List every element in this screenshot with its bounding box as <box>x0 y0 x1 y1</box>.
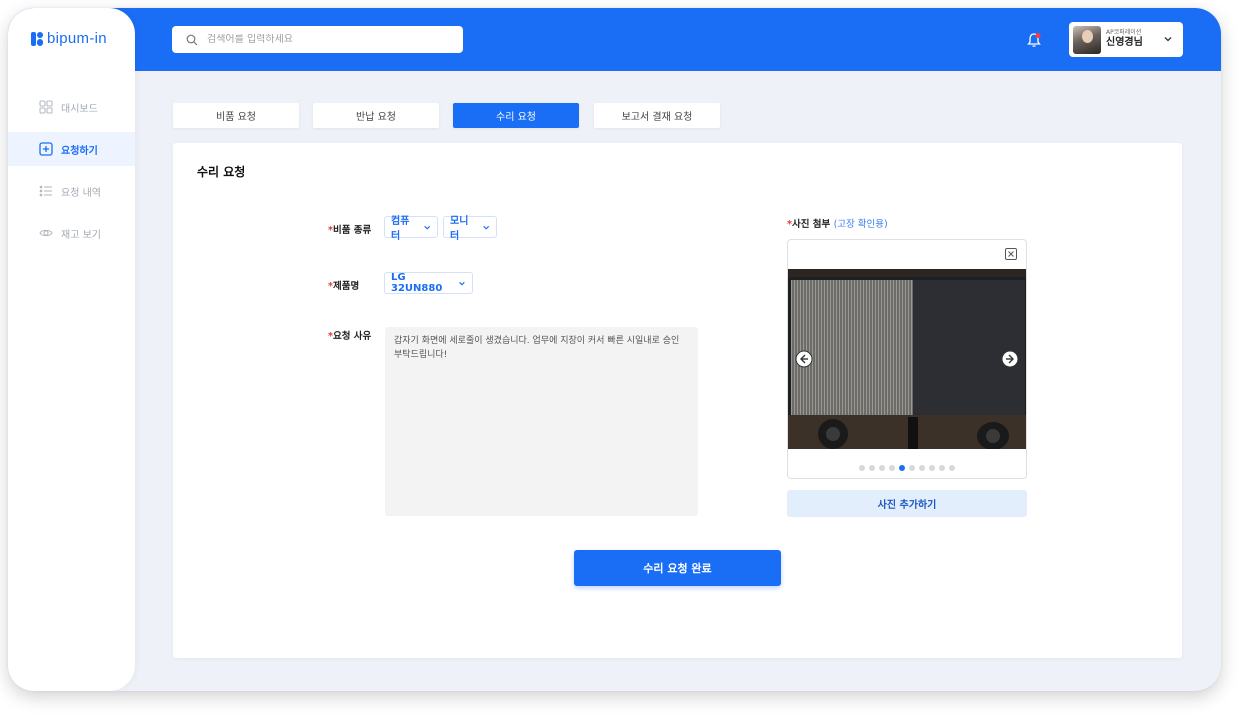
reason-textarea[interactable]: 갑자기 화면에 세로줄이 생겼습니다. 업무에 지장이 커서 빠른 시일내로 승… <box>385 327 698 516</box>
tab-return-request[interactable]: 반납 요청 <box>313 103 439 128</box>
photo-carousel <box>787 239 1027 479</box>
submit-repair-request-button[interactable]: 수리 요청 완료 <box>574 550 781 586</box>
product-value: LG 32UN880 <box>391 272 443 294</box>
sidebar-item-label: 요청 내역 <box>61 187 101 199</box>
search-icon <box>186 34 198 45</box>
chevron-down-icon <box>423 225 430 230</box>
search-input[interactable] <box>207 34 447 45</box>
form-title: 수리 요청 <box>197 165 246 179</box>
sidebar-item-history[interactable]: 요청 내역 <box>8 174 135 208</box>
carousel-dot[interactable] <box>939 465 945 471</box>
app-window: bipum-in 대시보드 요청하기 요청 내역 재고 보기 검색어를 입력하세… <box>8 8 1221 691</box>
carousel-dot[interactable] <box>919 465 925 471</box>
list-icon <box>39 185 52 197</box>
carousel-dot[interactable] <box>869 465 875 471</box>
tab-report-approval[interactable]: 보고서 결재 요청 <box>594 103 720 128</box>
user-menu[interactable]: AP코퍼레이션 신영경님 <box>1069 22 1183 57</box>
repair-request-form: 수리 요청 *비품 종류 컴퓨터 모니터 *제품명 LG 32UN880 *요청… <box>173 143 1182 658</box>
arrow-right-icon[interactable] <box>1001 350 1019 368</box>
carousel-dot[interactable] <box>879 465 885 471</box>
carousel-dot[interactable] <box>889 465 895 471</box>
eye-icon <box>39 229 53 237</box>
search-bar[interactable] <box>172 26 463 53</box>
add-photo-button[interactable]: 사진 추가하기 <box>787 490 1027 517</box>
product-label: *제품명 <box>328 281 360 292</box>
logo-text: bipum-in <box>47 30 107 47</box>
subcategory-select[interactable]: 모니터 <box>443 216 497 242</box>
chevron-down-icon <box>1164 37 1172 42</box>
monitor-photo <box>788 269 1026 449</box>
dashboard-grid-icon <box>39 100 53 114</box>
carousel-dot[interactable] <box>949 465 955 471</box>
reason-label: *요청 사유 <box>328 331 372 342</box>
sidebar-item-dashboard[interactable]: 대시보드 <box>8 90 135 124</box>
sidebar-item-label: 대시보드 <box>61 103 98 115</box>
avatar <box>1073 25 1101 54</box>
chevron-down-icon <box>482 225 489 230</box>
photo-hint: (고장 확인용) <box>833 219 888 230</box>
logo-mark-icon <box>31 31 43 46</box>
sidebar: bipum-in 대시보드 요청하기 요청 내역 재고 보기 <box>8 8 135 691</box>
sidebar-item-label: 재고 보기 <box>61 229 101 241</box>
carousel-dot[interactable] <box>929 465 935 471</box>
logo[interactable]: bipum-in <box>31 30 107 47</box>
sidebar-item-inventory[interactable]: 재고 보기 <box>8 216 135 250</box>
sidebar-item-label: 요청하기 <box>61 145 98 157</box>
product-select[interactable]: LG 32UN880 <box>384 272 473 294</box>
arrow-left-icon[interactable] <box>795 350 813 368</box>
carousel-dot[interactable] <box>909 465 915 471</box>
carousel-dot[interactable] <box>859 465 865 471</box>
photo-label: *사진 첨부 (고장 확인용) <box>787 219 888 230</box>
sidebar-item-request[interactable]: 요청하기 <box>8 132 135 166</box>
carousel-dot[interactable] <box>899 465 905 471</box>
close-icon[interactable] <box>1005 248 1017 260</box>
tab-supply-request[interactable]: 비품 요청 <box>173 103 299 128</box>
notification-bell-icon[interactable] <box>1026 32 1042 48</box>
carousel-pagination <box>788 465 1026 471</box>
tab-repair-request[interactable]: 수리 요청 <box>453 103 579 128</box>
category-select[interactable]: 컴퓨터 <box>384 216 438 242</box>
category-value: 컴퓨터 <box>391 216 410 242</box>
category-label: *비품 종류 <box>328 225 372 236</box>
subcategory-value: 모니터 <box>450 216 469 242</box>
plus-square-icon <box>39 142 53 156</box>
user-name: 신영경님 <box>1106 37 1143 49</box>
chevron-down-icon <box>459 281 465 285</box>
